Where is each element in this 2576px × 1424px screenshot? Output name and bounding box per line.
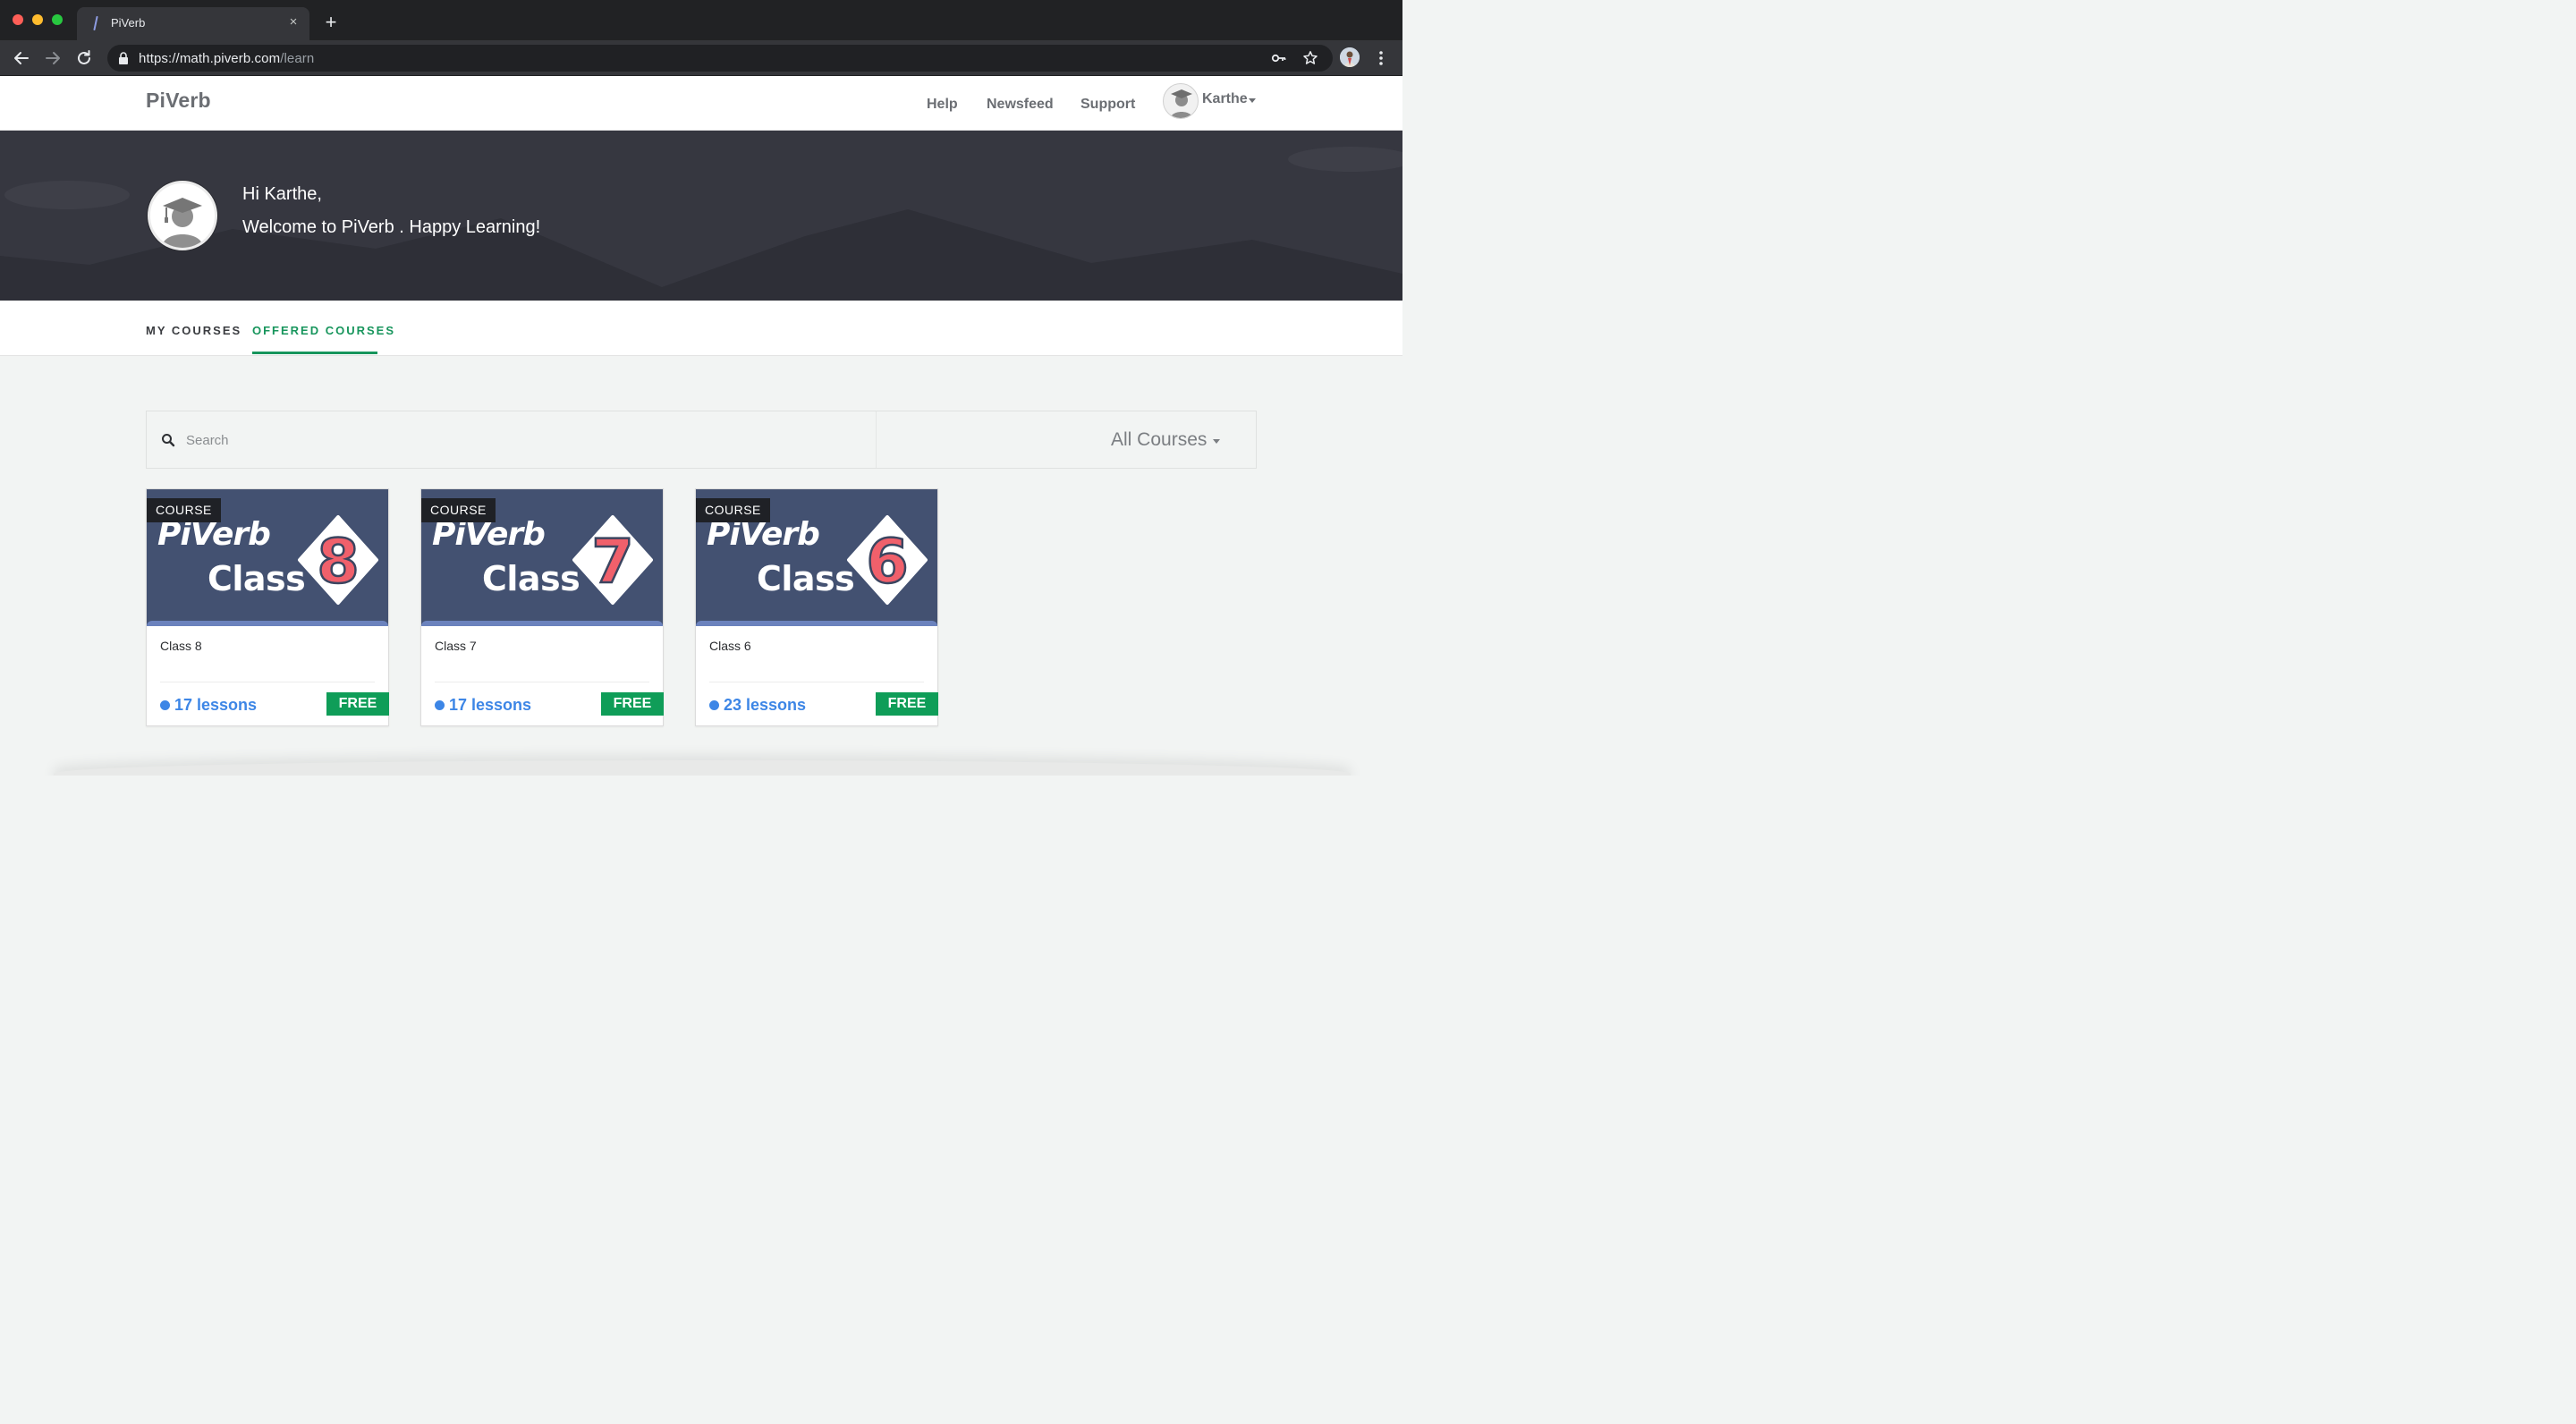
nav-help[interactable]: Help <box>927 97 958 113</box>
site-header: PiVerb Help Newsfeed Support Karthe <box>0 76 1402 131</box>
browser-tabstrip: PiVerb × + <box>0 0 1402 40</box>
reload-icon[interactable] <box>74 48 94 68</box>
star-icon[interactable] <box>1302 50 1318 66</box>
class-digit-diamond-icon: 6 <box>847 515 928 605</box>
lesson-count: 23 lessons <box>724 696 807 714</box>
thumbnail-progress-bar <box>147 621 388 626</box>
class-digit: 6 <box>866 527 908 598</box>
course-tabs: MY COURSES OFFERED COURSES <box>0 301 1402 356</box>
user-caret-down-icon[interactable] <box>1249 98 1256 103</box>
course-card-class-7[interactable]: PiVerb Class 7 COURSE Class 7 17 lessons… <box>420 488 664 726</box>
tab-close-icon[interactable]: × <box>286 14 301 30</box>
hero-avatar <box>148 181 217 250</box>
browser-toolbar: https://math.piverb.com/learn <box>0 40 1402 76</box>
thumbnail-progress-bar <box>696 621 937 626</box>
welcome-hero: Hi Karthe, Welcome to PiVerb . Happy Lea… <box>0 131 1402 301</box>
close-window-button[interactable] <box>13 14 23 25</box>
lesson-count: 17 lessons <box>174 696 258 714</box>
course-title[interactable]: Class 8 <box>160 639 202 653</box>
active-tab-indicator <box>252 352 377 354</box>
lessons-dot-icon <box>709 700 719 710</box>
lessons-dot-icon <box>160 700 170 710</box>
browser-profile-avatar[interactable] <box>1340 47 1360 67</box>
price-badge: FREE <box>876 692 938 716</box>
browser-tab[interactable]: PiVerb × <box>77 7 309 40</box>
piverb-favicon-icon <box>93 16 98 30</box>
page: PiVerb × + https://math.piverb.com/learn… <box>0 0 1402 776</box>
graduate-avatar-icon <box>162 198 203 248</box>
search-icon <box>162 434 175 447</box>
hero-greeting: Hi Karthe, <box>242 184 322 204</box>
lessons-dot-icon <box>435 700 445 710</box>
url-host: https://math.piverb.com <box>139 51 281 66</box>
graduate-avatar-icon <box>1170 89 1193 118</box>
course-type-badge: COURSE <box>147 498 221 522</box>
page-bottom-panel <box>54 760 1351 776</box>
price-badge: FREE <box>601 692 664 716</box>
url-text: https://math.piverb.com/learn <box>139 51 314 66</box>
thumbnail-class-label: Class <box>208 559 306 598</box>
course-filter-dropdown[interactable]: All Courses <box>1111 429 1207 451</box>
user-name-menu[interactable]: Karthe <box>1202 91 1248 107</box>
new-tab-button[interactable]: + <box>322 13 340 32</box>
course-title[interactable]: Class 6 <box>709 639 751 653</box>
course-title[interactable]: Class 7 <box>435 639 477 653</box>
address-bar[interactable]: https://math.piverb.com/learn <box>107 45 1333 72</box>
nav-newsfeed[interactable]: Newsfeed <box>987 97 1054 113</box>
course-card-class-8[interactable]: PiVerb Class 8 COURSE Class 8 17 lessons… <box>146 488 389 726</box>
minimize-window-button[interactable] <box>32 14 43 25</box>
thumbnail-progress-bar <box>421 621 663 626</box>
user-avatar[interactable] <box>1163 83 1199 119</box>
forward-arrow-icon[interactable] <box>43 48 63 68</box>
profile-picture-icon <box>1340 47 1360 67</box>
class-digit: 8 <box>317 527 359 598</box>
thumbnail-class-label: Class <box>482 559 580 598</box>
tab-my-courses[interactable]: MY COURSES <box>146 324 242 337</box>
key-icon[interactable] <box>1271 50 1287 66</box>
course-card-class-6[interactable]: PiVerb Class 6 COURSE Class 6 23 lessons… <box>695 488 938 726</box>
filter-caret-down-icon[interactable] <box>1213 439 1220 444</box>
hero-welcome: Welcome to PiVerb . Happy Learning! <box>242 217 541 237</box>
kebab-menu-icon[interactable] <box>1374 49 1388 67</box>
price-badge: FREE <box>326 692 389 716</box>
search-field-wrapper <box>147 411 877 468</box>
course-type-badge: COURSE <box>696 498 770 522</box>
course-type-badge: COURSE <box>421 498 496 522</box>
brand-logo[interactable]: PiVerb <box>146 89 211 113</box>
maximize-window-button[interactable] <box>52 14 63 25</box>
tab-offered-courses[interactable]: OFFERED COURSES <box>252 324 395 337</box>
back-arrow-icon[interactable] <box>12 48 31 68</box>
course-search-bar: All Courses <box>146 411 1257 469</box>
nav-support[interactable]: Support <box>1080 97 1135 113</box>
thumbnail-class-label: Class <box>757 559 855 598</box>
search-input[interactable] <box>186 428 812 452</box>
class-digit: 7 <box>591 527 633 598</box>
class-digit-diamond-icon: 7 <box>572 515 653 605</box>
class-digit-diamond-icon: 8 <box>298 515 378 605</box>
tab-title: PiVerb <box>111 16 146 30</box>
lesson-count: 17 lessons <box>449 696 532 714</box>
lock-icon <box>119 52 128 64</box>
url-path: /learn <box>280 51 315 66</box>
